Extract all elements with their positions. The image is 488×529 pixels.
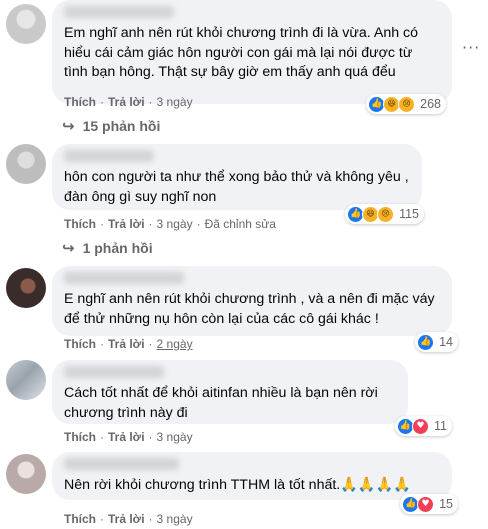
reply-button[interactable]: Trả lời bbox=[108, 430, 145, 444]
reaction-summary[interactable]: 👍 ♥ 11 bbox=[395, 416, 452, 436]
author-name-blurred[interactable] bbox=[64, 6, 174, 18]
author-name-blurred[interactable] bbox=[64, 458, 179, 470]
comment-time[interactable]: 3 ngày bbox=[157, 512, 193, 526]
reaction-summary[interactable]: 👍 😆 😢 268 bbox=[366, 94, 446, 114]
like-button[interactable]: Thích bbox=[64, 337, 96, 351]
reaction-summary[interactable]: 👍 😆 😢 115 bbox=[345, 204, 424, 224]
author-name-blurred[interactable] bbox=[64, 272, 184, 284]
avatar[interactable] bbox=[6, 144, 46, 184]
replies-count: 1 phản hồi bbox=[82, 240, 153, 256]
reaction-count: 268 bbox=[420, 97, 441, 111]
reply-button[interactable]: Trả lời bbox=[108, 217, 145, 231]
comment-time[interactable]: 3 ngày bbox=[157, 95, 193, 109]
like-icon: 👍 bbox=[417, 333, 435, 351]
reaction-count: 11 bbox=[434, 419, 447, 433]
author-name-blurred[interactable] bbox=[64, 366, 164, 378]
replies-count: 15 phản hồi bbox=[82, 118, 161, 134]
reaction-count: 15 bbox=[439, 497, 453, 511]
author-name-blurred[interactable] bbox=[64, 150, 154, 162]
avatar[interactable] bbox=[6, 4, 46, 44]
comment-time[interactable]: 2 ngày bbox=[157, 337, 193, 351]
like-button[interactable]: Thích bbox=[64, 430, 96, 444]
sad-icon: 😢 bbox=[398, 95, 416, 113]
comment-bubble: Em nghĩ anh nên rút khỏi chương trình đi… bbox=[52, 0, 452, 114]
like-button[interactable]: Thích bbox=[64, 217, 96, 231]
avatar[interactable] bbox=[6, 268, 46, 308]
reply-arrow-icon: ↪ bbox=[62, 239, 75, 257]
love-icon: ♥ bbox=[417, 495, 435, 513]
avatar[interactable] bbox=[6, 454, 46, 494]
reaction-count: 14 bbox=[439, 335, 453, 349]
comment-actions: Thích · Trả lời · 3 ngày bbox=[64, 512, 193, 526]
comment-actions: Thích · Trả lời · 3 ngày · Đã chỉnh sửa bbox=[64, 217, 276, 231]
comment-bubble: Nên rời khỏi chương trình TTHM là tốt nh… bbox=[52, 452, 458, 514]
comment-time[interactable]: 3 ngày bbox=[157, 430, 193, 444]
comment-bubble: Cách tốt nhất để khỏi aitinfan nhiều là … bbox=[52, 360, 452, 436]
comment-actions: Thích · Trả lời · 3 ngày bbox=[64, 430, 193, 444]
reaction-summary[interactable]: 👍 14 bbox=[415, 332, 458, 352]
comment-actions: Thích · Trả lời · 2 ngày bbox=[64, 337, 193, 351]
reply-arrow-icon: ↪ bbox=[62, 117, 75, 135]
like-button[interactable]: Thích bbox=[64, 95, 96, 109]
comment-actions: Thích · Trả lời · 3 ngày bbox=[64, 95, 193, 109]
comment-time[interactable]: 3 ngày bbox=[157, 217, 193, 231]
comment-bubble: E nghĩ anh nên rút khỏi chương trình , v… bbox=[52, 266, 458, 352]
view-replies-button[interactable]: ↪ 1 phản hồi bbox=[62, 239, 153, 257]
like-button[interactable]: Thích bbox=[64, 512, 96, 526]
reaction-summary[interactable]: 👍 ♥ 15 bbox=[400, 494, 458, 514]
reaction-count: 115 bbox=[399, 207, 419, 221]
edited-label[interactable]: Đã chỉnh sửa bbox=[205, 217, 276, 231]
reply-button[interactable]: Trả lời bbox=[108, 95, 145, 109]
love-icon: ♥ bbox=[412, 417, 430, 435]
comment-bubble: hôn con người ta như thể xong bảo thử và… bbox=[52, 144, 424, 224]
sad-icon: 😢 bbox=[377, 205, 395, 223]
reply-button[interactable]: Trả lời bbox=[108, 337, 145, 351]
more-options-icon[interactable]: ··· bbox=[462, 38, 480, 57]
view-replies-button[interactable]: ↪ 15 phản hồi bbox=[62, 117, 160, 135]
reply-button[interactable]: Trả lời bbox=[108, 512, 145, 526]
avatar[interactable] bbox=[6, 360, 46, 400]
